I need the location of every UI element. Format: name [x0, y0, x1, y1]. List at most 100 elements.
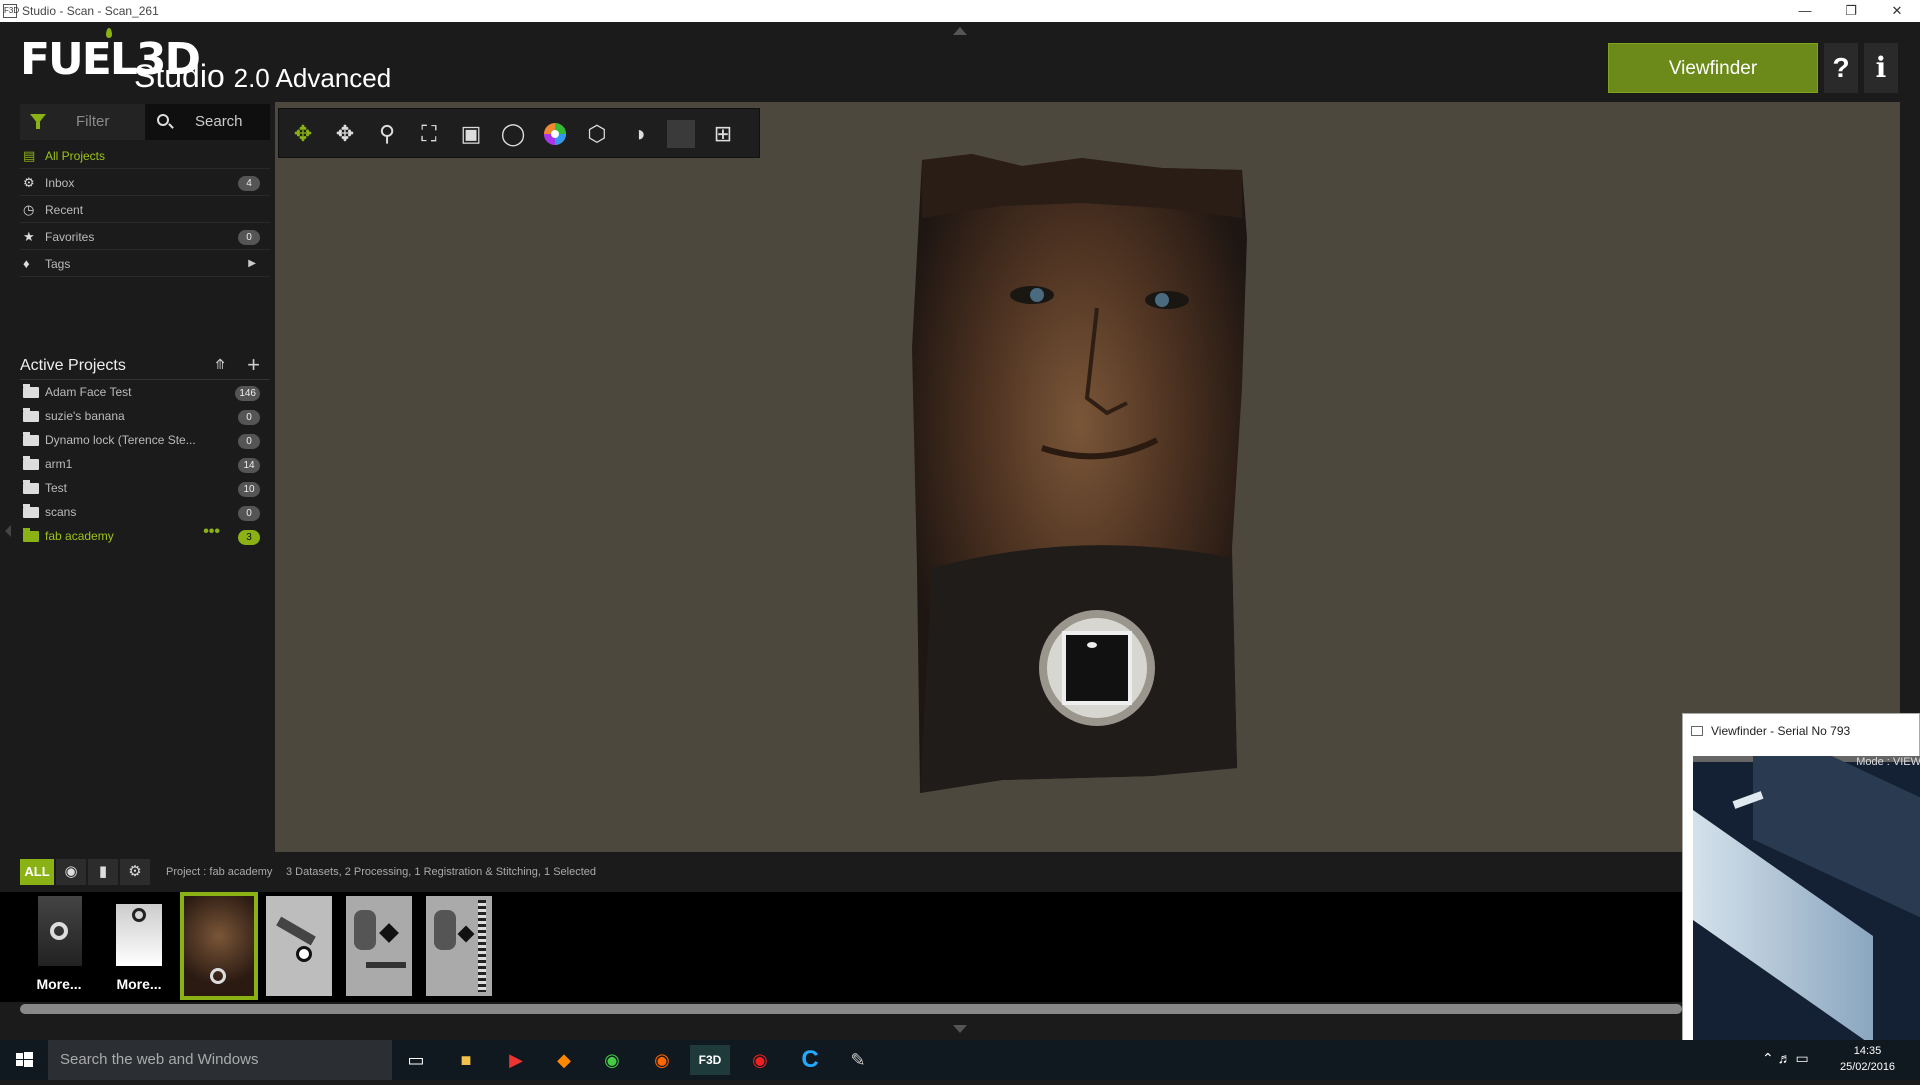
firefox-icon[interactable]: ◉: [642, 1045, 682, 1075]
thumbnail-scrollbar[interactable]: [20, 1004, 1682, 1014]
thumbnail[interactable]: [346, 896, 412, 996]
system-tray[interactable]: ⌃ ♬ ▭: [1762, 1050, 1809, 1067]
thumbnail[interactable]: [266, 896, 332, 996]
pan-icon[interactable]: ✥: [327, 116, 363, 152]
app-logo-icon: F3D: [3, 4, 19, 18]
window-titlebar: F3D Studio - Scan - Scan_261 — ❐ ✕: [0, 0, 1920, 22]
focus-icon[interactable]: ▣: [453, 116, 489, 152]
more-link[interactable]: More...: [26, 976, 92, 992]
count-badge: 4: [238, 176, 260, 191]
count-badge: 10: [238, 482, 260, 497]
add-project-button[interactable]: +: [247, 352, 260, 378]
help-button[interactable]: ?: [1824, 43, 1858, 93]
project-item[interactable]: suzie's banana 0: [20, 404, 270, 428]
project-item[interactable]: Test 10: [20, 476, 270, 500]
zip-icon[interactable]: ▮: [88, 859, 118, 885]
windows-logo-icon: [16, 1052, 33, 1067]
clock-icon: ◷: [23, 202, 35, 217]
viewfinder-mode: Mode : VIEW: [1856, 756, 1920, 768]
search-label: Search: [195, 113, 243, 130]
sidebar-item-inbox[interactable]: ⚙ Inbox 4: [20, 170, 270, 196]
taskbar-clock[interactable]: 14:35 25/02/2016: [1840, 1043, 1895, 1075]
background-icon[interactable]: [663, 116, 699, 152]
paint-icon[interactable]: ✎: [838, 1045, 878, 1075]
product-version: 2.0 Advanced: [233, 63, 392, 93]
collapse-down-icon[interactable]: [953, 1025, 967, 1033]
project-label: arm1: [45, 457, 73, 471]
shading-icon[interactable]: ◑: [621, 116, 657, 152]
start-button[interactable]: [0, 1040, 48, 1080]
sidebar-item-all-projects[interactable]: ▤ All Projects: [20, 143, 270, 169]
sidebar-item-favorites[interactable]: ★ Favorites 0: [20, 224, 270, 250]
filter-label: Filter: [76, 113, 110, 130]
clock-time: 14:35: [1853, 1045, 1882, 1057]
settings-gear-icon[interactable]: ⚙: [120, 859, 150, 885]
project-label: Test: [45, 481, 68, 495]
tag-icon: ♦: [23, 256, 30, 271]
app-icon-1[interactable]: ▶: [496, 1045, 536, 1075]
light-icon[interactable]: ◯: [495, 116, 531, 152]
restore-button[interactable]: ❐: [1828, 0, 1874, 22]
window-title: Studio - Scan - Scan_261: [22, 4, 159, 18]
more-link[interactable]: More...: [106, 976, 172, 992]
project-label: Adam Face Test: [45, 385, 132, 399]
count-badge: 0: [238, 434, 260, 449]
project-item[interactable]: arm1 14: [20, 452, 270, 476]
count-badge: 146: [235, 386, 260, 401]
project-label: suzie's banana: [45, 409, 125, 423]
product-name: Studio: [134, 58, 225, 94]
folder-icon: [23, 456, 39, 470]
view-toolbar: ✥ ✥ ⚲ ⛶ ▣ ◯ ⬡ ◑ ⊞: [278, 108, 760, 158]
search-button[interactable]: Search: [145, 104, 270, 140]
filter-all-button[interactable]: ALL: [20, 859, 54, 885]
sidebar-item-label: Tags: [45, 257, 71, 271]
collapse-left-icon[interactable]: [5, 525, 11, 537]
viewfinder-titlebar[interactable]: Viewfinder - Serial No 793: [1683, 714, 1919, 748]
minimize-button[interactable]: —: [1782, 0, 1828, 22]
app-icon-4[interactable]: C: [790, 1045, 830, 1075]
project-item-selected[interactable]: fab academy ••• 3: [20, 523, 270, 548]
cube-icon[interactable]: ⬡: [579, 116, 615, 152]
more-options-button[interactable]: •••: [203, 520, 220, 544]
active-projects-title: Active Projects: [20, 357, 126, 374]
file-explorer-icon[interactable]: ■: [446, 1045, 486, 1075]
sidebar-item-tags[interactable]: ♦ Tags ▶: [20, 251, 270, 277]
viewfinder-button[interactable]: Viewfinder: [1608, 43, 1818, 93]
app-icon-3[interactable]: ◉: [740, 1045, 780, 1075]
crop-icon[interactable]: ⊞: [705, 116, 741, 152]
folder-icon: [23, 432, 39, 446]
thumbnail[interactable]: [426, 896, 492, 996]
thumbnail-selected[interactable]: [180, 892, 258, 1000]
thumbnail[interactable]: More...: [106, 896, 172, 996]
zoom-icon[interactable]: ⚲: [369, 116, 405, 152]
count-badge: 0: [238, 506, 260, 521]
chrome-icon[interactable]: ◉: [592, 1045, 632, 1075]
import-icon[interactable]: ⤊: [214, 356, 226, 373]
star-icon: ★: [23, 229, 35, 244]
project-item[interactable]: Adam Face Test 146: [20, 380, 270, 404]
collapse-up-icon[interactable]: [953, 27, 967, 35]
viewfinder-window[interactable]: Viewfinder - Serial No 793 Mode : VIEW: [1682, 713, 1920, 1042]
filter-button[interactable]: Filter: [20, 104, 145, 140]
info-button[interactable]: i: [1864, 43, 1898, 93]
fit-icon[interactable]: ⛶: [411, 116, 447, 152]
color-wheel-icon[interactable]: [537, 116, 573, 152]
folder-open-icon: [23, 528, 39, 542]
orbit-icon[interactable]: ✥: [285, 116, 321, 152]
taskbar-search[interactable]: Search the web and Windows: [48, 1040, 392, 1080]
brand-drop-icon: [106, 28, 112, 38]
project-item[interactable]: scans 0: [20, 500, 270, 524]
chevron-right-icon[interactable]: ▶: [248, 251, 256, 277]
fuel3d-taskbar-icon[interactable]: F3D: [690, 1045, 730, 1075]
folder-icon: [23, 480, 39, 494]
app-logo-icon: [1691, 726, 1703, 736]
sidebar-item-recent[interactable]: ◷ Recent: [20, 197, 270, 223]
app-icon-2[interactable]: ◆: [544, 1045, 584, 1075]
thumbnail[interactable]: More...: [26, 896, 92, 996]
project-item[interactable]: Dynamo lock (Terence Ste... 0: [20, 428, 270, 452]
zip-icon: [478, 900, 486, 992]
task-view-icon[interactable]: ▭: [396, 1045, 436, 1075]
close-button[interactable]: ✕: [1874, 0, 1920, 22]
camera-icon[interactable]: ◉: [56, 859, 86, 885]
face-scan-model[interactable]: [912, 148, 1247, 793]
